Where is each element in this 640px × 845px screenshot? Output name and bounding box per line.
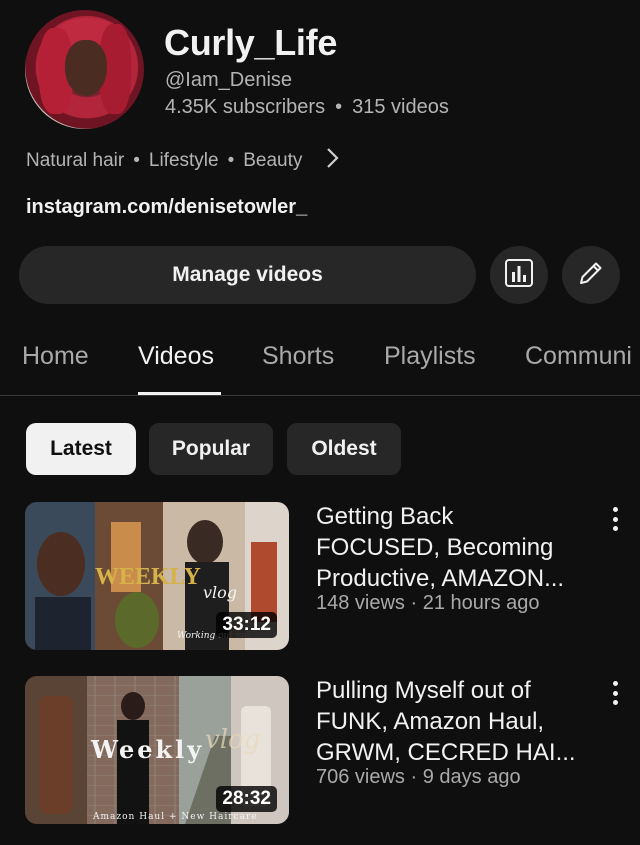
video-age: 9 days ago <box>422 766 521 788</box>
video-age: 21 hours ago <box>422 592 540 614</box>
video-title-line: GRWM, CECRED HAI... <box>316 739 576 766</box>
channel-description-row[interactable]: Natural hair • Lifestyle • Beauty <box>26 147 339 175</box>
thumbnail-title-text: Weekly <box>90 735 204 764</box>
stats-separator: • <box>335 96 343 118</box>
more-options-icon[interactable] <box>606 504 624 534</box>
tab-community[interactable]: Communi <box>525 342 632 371</box>
tab-playlists[interactable]: Playlists <box>384 342 476 371</box>
filter-latest[interactable]: Latest <box>26 423 136 475</box>
tag-beauty: Beauty <box>243 150 303 171</box>
channel-link[interactable]: instagram.com/denisetowler_ <box>26 196 307 219</box>
meta-separator: · <box>410 592 418 614</box>
active-tab-indicator <box>138 392 221 395</box>
analytics-icon <box>504 258 534 293</box>
video-metadata: 706 views · 9 days ago <box>316 766 521 789</box>
manage-videos-button[interactable]: Manage videos <box>19 246 476 304</box>
filter-oldest[interactable]: Oldest <box>287 423 401 475</box>
video-metadata: 148 views · 21 hours ago <box>316 592 540 615</box>
video-title-line: Getting Back <box>316 503 454 530</box>
video-title-line: FUNK, Amazon Haul, <box>316 708 545 735</box>
video-thumbnail[interactable]: Weekly vlog Amazon Haul + New Haircare 2… <box>25 676 289 824</box>
edit-channel-button[interactable] <box>562 246 620 304</box>
chevron-right-icon[interactable] <box>325 147 339 175</box>
tag-lifestyle: Lifestyle <box>148 150 219 171</box>
tag-separator: • <box>133 150 140 171</box>
video-title[interactable]: Pulling Myself out of FUNK, Amazon Haul,… <box>316 675 606 768</box>
analytics-button[interactable] <box>490 246 548 304</box>
thumbnail-caption-text: Amazon Haul + New Haircare <box>92 812 258 822</box>
tab-videos[interactable]: Videos <box>138 342 214 371</box>
channel-stats: 4.35K subscribers • 315 videos <box>165 96 449 119</box>
tag-natural-hair: Natural hair <box>26 150 125 171</box>
meta-separator: · <box>410 766 418 788</box>
video-title[interactable]: Getting Back FOCUSED, Becoming Productiv… <box>316 501 606 594</box>
channel-name: Curly_Life <box>164 22 338 63</box>
filter-popular[interactable]: Popular <box>149 423 273 475</box>
video-thumbnail[interactable]: WEEKLY vlog Working out me 33:12 <box>25 502 289 650</box>
tag-separator: • <box>227 150 235 171</box>
video-duration: 33:12 <box>216 612 277 638</box>
channel-avatar[interactable] <box>25 10 144 129</box>
video-views: 706 views <box>316 766 405 788</box>
channel-tabs: Home Videos Shorts Playlists Communi <box>0 330 640 396</box>
channel-handle: @Iam_Denise <box>165 69 293 91</box>
video-views: 148 views <box>316 592 405 614</box>
video-duration: 28:32 <box>216 786 277 812</box>
video-title-line: FOCUSED, Becoming <box>316 534 554 561</box>
thumbnail-subtitle-text: vlog <box>205 725 260 755</box>
pencil-icon <box>576 258 606 293</box>
more-options-icon[interactable] <box>606 678 624 708</box>
video-title-line: Productive, AMAZON... <box>316 565 565 592</box>
video-count: 315 videos <box>352 96 449 118</box>
tab-shorts[interactable]: Shorts <box>262 342 334 371</box>
video-title-line: Pulling Myself out of <box>316 677 531 704</box>
thumbnail-title-text: WEEKLY <box>95 564 201 590</box>
subscriber-count: 4.35K subscribers <box>165 96 326 118</box>
tab-home[interactable]: Home <box>22 342 89 371</box>
thumbnail-subtitle-text: vlog <box>203 583 237 602</box>
